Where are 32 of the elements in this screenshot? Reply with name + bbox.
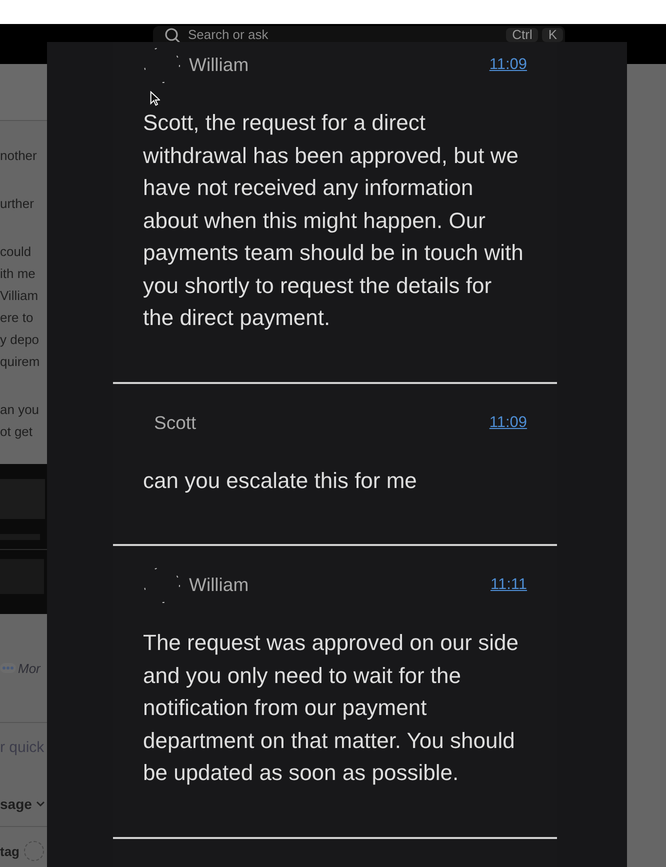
field-label: tag bbox=[0, 844, 20, 858]
author-name: William bbox=[189, 574, 249, 596]
message-text: quirem bbox=[0, 353, 41, 371]
message-text: The request was approved on our side and you only need to wait for the notification from our payment department on that matter. You should be updated as soon as possible. bbox=[143, 629, 520, 787]
cursor-icon bbox=[150, 91, 160, 106]
message-text: ere to bbox=[0, 309, 34, 327]
message-text: urther bbox=[0, 195, 35, 213]
avatar-icon bbox=[143, 566, 181, 604]
message-text: can you escalate this for me bbox=[143, 466, 418, 495]
search-field[interactable]: Search or ask Ctrl K bbox=[153, 26, 565, 42]
message-text: could bbox=[0, 243, 32, 261]
avatar-icon bbox=[143, 46, 181, 84]
chevron-icon bbox=[36, 801, 45, 807]
message-text: nother bbox=[0, 147, 38, 165]
more-icon[interactable] bbox=[0, 663, 16, 673]
author-name: William bbox=[189, 54, 249, 76]
message-text: Villiam bbox=[0, 287, 40, 305]
header-bar bbox=[0, 64, 47, 121]
add-tag-icon[interactable] bbox=[24, 841, 44, 861]
message-text: an you bbox=[0, 401, 40, 419]
message-text: ot get bbox=[0, 423, 34, 441]
message-text: ith me bbox=[0, 265, 36, 283]
key-hint: Ctrl bbox=[506, 28, 538, 42]
timestamp-link[interactable]: 11:11 bbox=[490, 576, 527, 594]
dropdown-label[interactable]: sage bbox=[0, 796, 32, 812]
author-name: Scott bbox=[154, 412, 196, 434]
timestamp-link[interactable]: 11:09 bbox=[489, 56, 527, 74]
message-text: Scott, the request for a direct withdrawal has been approved, but we have not received any information about when this might happen. Our payments team should be in touch with you shortly to request the details for the direct payment. bbox=[143, 109, 524, 332]
timestamp-link[interactable]: 11:09 bbox=[489, 414, 527, 432]
key-hint: K bbox=[542, 28, 563, 42]
search-icon bbox=[165, 28, 180, 43]
message-text: y depo bbox=[0, 331, 40, 349]
